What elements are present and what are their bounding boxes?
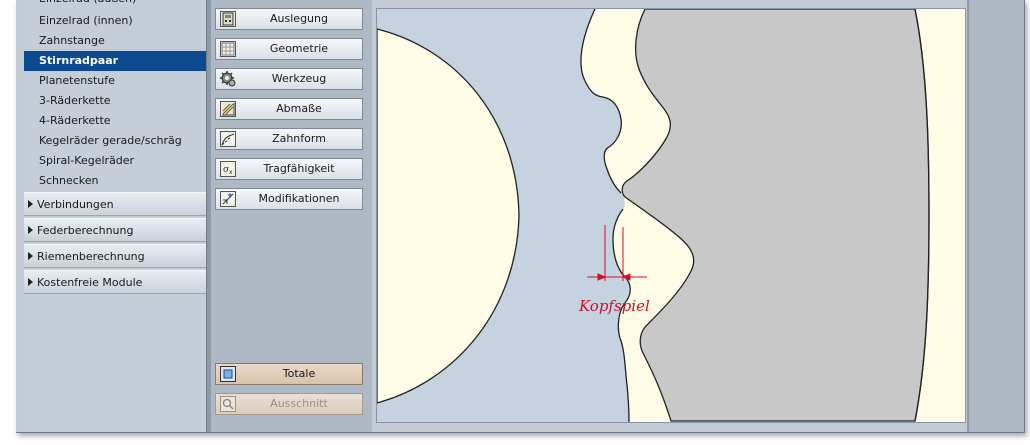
nav-group-label: Federberechnung bbox=[37, 224, 134, 237]
button-label: Werkzeug bbox=[271, 72, 327, 85]
application-window: Einzelrad (außen) Einzelrad (innen) Zahn… bbox=[16, 0, 1025, 433]
button-label: Modifikationen bbox=[258, 192, 340, 205]
zoom-icon bbox=[220, 396, 236, 412]
geometrie-button[interactable]: Geometrie bbox=[215, 38, 363, 60]
nav-group-label: Riemenberechnung bbox=[37, 250, 145, 263]
gear-mesh-drawing[interactable]: Kopfspiel bbox=[376, 8, 966, 423]
gear-tool-icon bbox=[220, 71, 236, 87]
nav-item-3-raederkette[interactable]: 3-Räderkette bbox=[24, 91, 206, 111]
nav-item-kegelraeder[interactable]: Kegelräder gerade/schräg bbox=[24, 131, 206, 151]
modification-icon bbox=[220, 191, 236, 207]
expand-arrow-icon bbox=[28, 226, 33, 234]
nav-item-zahnstange[interactable]: Zahnstange bbox=[24, 31, 206, 51]
kopfspiel-label: Kopfspiel bbox=[578, 297, 650, 315]
load-capacity-icon: σx bbox=[220, 161, 236, 177]
nav-group-federberechnung[interactable]: Federberechnung bbox=[24, 218, 206, 242]
totale-button[interactable]: Totale bbox=[215, 363, 363, 385]
button-label: Zahnform bbox=[272, 132, 326, 145]
grid-icon bbox=[220, 41, 236, 57]
button-label: Ausschnitt bbox=[270, 397, 328, 410]
button-label: Geometrie bbox=[269, 42, 329, 55]
nav-item-einzelrad-innen[interactable]: Einzelrad (innen) bbox=[24, 11, 206, 31]
zahnform-button[interactable]: Zahnform bbox=[215, 128, 363, 150]
button-label: Auslegung bbox=[270, 12, 328, 25]
right-panel-divider bbox=[967, 0, 969, 432]
function-button-panel: Auslegung Geometrie Werkzeug Abmaße Zahn… bbox=[211, 0, 372, 432]
expand-arrow-icon bbox=[28, 200, 33, 208]
tragfaehigkeit-button[interactable]: σx Tragfähigkeit bbox=[215, 158, 363, 180]
right-panel bbox=[967, 0, 1024, 432]
werkzeug-button[interactable]: Werkzeug bbox=[215, 68, 363, 90]
nav-item-spiral-kegelraeder[interactable]: Spiral-Kegelräder bbox=[24, 151, 206, 171]
full-view-icon bbox=[220, 366, 236, 382]
nav-item-4-raederkette[interactable]: 4-Räderkette bbox=[24, 111, 206, 131]
gear-mesh-svg: Kopfspiel bbox=[377, 9, 930, 422]
nav-item-schnecken[interactable]: Schnecken bbox=[24, 171, 206, 191]
nav-item-planetenstufe[interactable]: Planetenstufe bbox=[24, 71, 206, 91]
nav-group-label: Kostenfreie Module bbox=[37, 276, 143, 289]
module-navigation: Einzelrad (außen) Einzelrad (innen) Zahn… bbox=[24, 0, 206, 432]
svg-text:x: x bbox=[229, 169, 233, 176]
expand-arrow-icon bbox=[28, 278, 33, 286]
button-label: Abmaße bbox=[276, 102, 322, 115]
nav-group-kostenfreie-module[interactable]: Kostenfreie Module bbox=[24, 270, 206, 294]
dimension-icon bbox=[220, 101, 236, 117]
nav-item-stirnradpaar[interactable]: Stirnradpaar bbox=[24, 51, 206, 71]
calculator-icon bbox=[220, 11, 236, 27]
abmasse-button[interactable]: Abmaße bbox=[215, 98, 363, 120]
nav-group-verbindungen[interactable]: Verbindungen bbox=[24, 192, 206, 216]
tooth-form-icon bbox=[220, 131, 236, 147]
modifikationen-button[interactable]: Modifikationen bbox=[215, 188, 363, 210]
button-label: Totale bbox=[282, 367, 316, 380]
nav-item-einzelrad-aussen[interactable]: Einzelrad (außen) bbox=[24, 0, 206, 9]
ausschnitt-button[interactable]: Ausschnitt bbox=[215, 393, 363, 415]
expand-arrow-icon bbox=[28, 252, 33, 260]
grey-gear-body bbox=[621, 9, 930, 422]
nav-group-label: Verbindungen bbox=[37, 198, 114, 211]
nav-group-riemenberechnung[interactable]: Riemenberechnung bbox=[24, 244, 206, 268]
auslegung-button[interactable]: Auslegung bbox=[215, 8, 363, 30]
button-label: Tragfähigkeit bbox=[263, 162, 335, 175]
